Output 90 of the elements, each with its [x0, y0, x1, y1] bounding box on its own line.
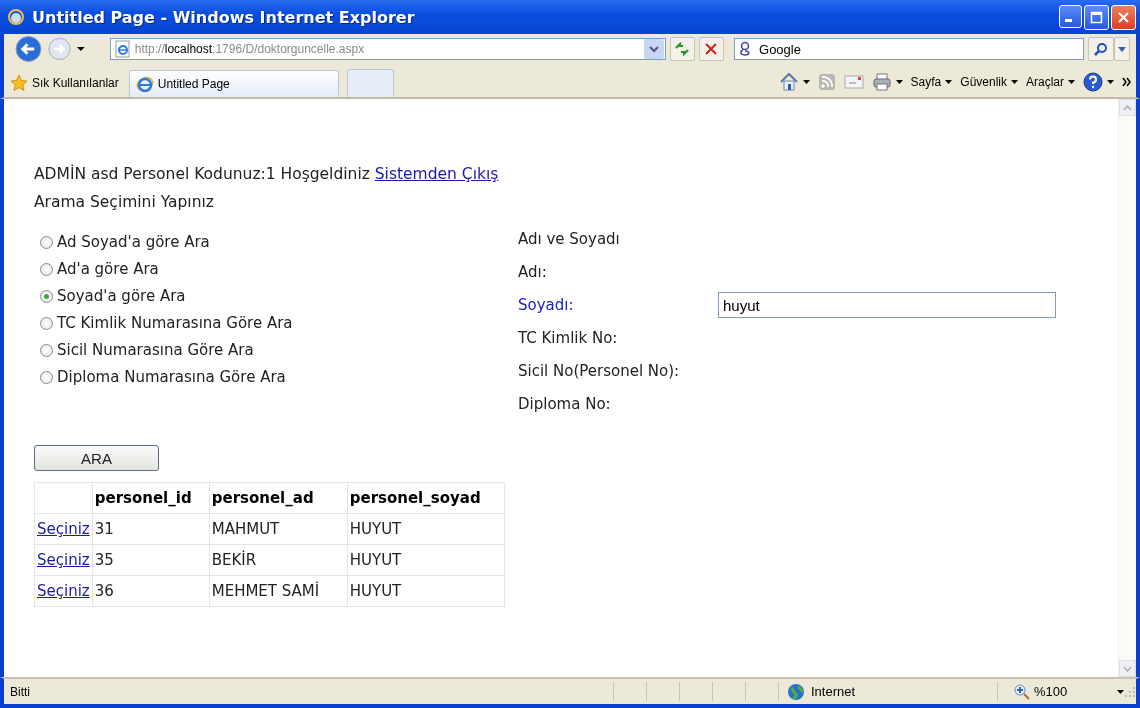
g-icon — [739, 41, 751, 57]
caret-icon — [802, 80, 810, 84]
chevron-icon[interactable] — [1122, 77, 1132, 87]
table-cell: 35 — [92, 544, 210, 576]
print-button[interactable] — [871, 72, 903, 92]
field-label: Adı ve Soyadı — [518, 230, 621, 248]
mail-icon[interactable] — [843, 75, 864, 89]
search-button[interactable] — [1088, 37, 1114, 61]
column-header: personel_id — [92, 482, 210, 514]
table-cell: MEHMET SAMİ — [209, 575, 348, 607]
search-prompt: Arama Seçimini Yapınız — [34, 193, 214, 211]
search-option[interactable]: Ad'a göre Ara — [34, 260, 518, 278]
table-cell: 31 — [92, 513, 210, 545]
minimize-icon — [1065, 18, 1072, 22]
home-button[interactable] — [778, 72, 810, 92]
table-cell: 36 — [92, 575, 210, 607]
search-option[interactable]: TC Kimlik Numarasına Göre Ara — [34, 314, 518, 332]
stop-button[interactable] — [698, 37, 724, 61]
table-cell: HUYUT — [347, 575, 505, 607]
table-cell: HUYUT — [347, 544, 505, 576]
zoom-button[interactable]: %100 — [997, 682, 1124, 701]
back-button[interactable] — [14, 34, 43, 64]
status-text: Bitti — [9, 684, 31, 699]
table-cell: BEKİR — [209, 544, 348, 576]
menu-button[interactable]: Sayfa — [910, 75, 953, 89]
field-label: Soyadı: — [518, 296, 575, 314]
field-label: TC Kimlik No: — [518, 329, 619, 347]
search-option[interactable]: Diploma Numarasına Göre Ara — [34, 368, 518, 386]
security-zone: Internet — [778, 682, 997, 701]
radio-button[interactable] — [40, 343, 53, 357]
zoom-icon — [1014, 683, 1030, 700]
browser-icon — [6, 7, 26, 27]
address-field[interactable]: http://localhost:1796/D/doktorguncelle.aspx — [109, 38, 666, 60]
star-icon — [10, 74, 28, 92]
radio-button[interactable] — [40, 235, 53, 249]
chevron-icon — [1123, 104, 1132, 111]
maximize-button[interactable] — [1084, 4, 1109, 30]
field-label: Adı: — [518, 263, 548, 281]
menu-button[interactable]: Araçlar — [1026, 75, 1075, 89]
favorites-button[interactable]: Sık Kullanılanlar — [10, 69, 119, 97]
close-icon — [1117, 10, 1130, 24]
help-button[interactable] — [1083, 72, 1114, 92]
table-cell: HUYUT — [347, 513, 505, 545]
search-icon — [1094, 42, 1108, 56]
resize-grip-icon — [1124, 685, 1136, 698]
column-header: personel_soyad — [347, 482, 505, 514]
radio-button[interactable] — [40, 289, 53, 303]
browser-icon — [135, 75, 154, 93]
table-cell: MAHMUT — [209, 513, 348, 545]
column-header: personel_ad — [209, 482, 348, 514]
radio-button[interactable] — [40, 370, 53, 384]
caret-icon — [1011, 80, 1018, 84]
caret-icon — [895, 80, 903, 84]
chevron-icon — [648, 45, 659, 53]
input-field[interactable]: huyut — [718, 292, 1056, 318]
dropdown-button[interactable] — [643, 39, 664, 59]
logout-link[interactable]: Sistemden Çıkış — [374, 165, 499, 183]
menu-button[interactable]: Güvenlik — [960, 75, 1018, 89]
welcome-text: ADMİN asd Personel Kodunuz:1 Hoşgeldiniz — [34, 165, 370, 183]
window-title: Untitled Page - Windows Internet Explorer — [32, 7, 416, 27]
field-label: Sicil No(Personel No): — [518, 362, 681, 380]
search-option[interactable]: Ad Soyad'a göre Ara — [34, 233, 518, 251]
print-icon — [871, 72, 892, 92]
browser-tab[interactable]: Untitled Page — [128, 70, 339, 97]
refresh-icon — [674, 42, 691, 56]
minimize-button[interactable] — [1059, 4, 1082, 28]
refresh-button[interactable] — [669, 37, 695, 61]
search-field[interactable]: Google — [734, 38, 1084, 60]
caret-icon — [1118, 46, 1126, 52]
radio-button[interactable] — [40, 262, 53, 276]
radio-button[interactable] — [40, 316, 53, 330]
caret-icon — [945, 80, 953, 84]
caret-icon[interactable] — [76, 46, 86, 52]
field-label: Diploma No: — [518, 395, 612, 413]
caret-icon — [1107, 80, 1114, 84]
search-button[interactable]: ARA — [34, 445, 159, 471]
scrollbar[interactable] — [1118, 99, 1136, 677]
close-icon — [705, 43, 718, 55]
help-icon — [1083, 72, 1103, 92]
search-option[interactable]: Sicil Numarasına Göre Ara — [34, 341, 518, 359]
page-icon — [114, 40, 131, 58]
search-option[interactable]: Soyad'a göre Ara — [34, 287, 518, 305]
maximize-icon — [1090, 10, 1103, 24]
close-button[interactable] — [1111, 4, 1136, 30]
chevron-icon — [1123, 665, 1132, 672]
caret-icon — [1068, 80, 1075, 84]
globe-icon — [787, 682, 805, 701]
dropdown-button[interactable] — [1114, 37, 1130, 61]
home-icon — [778, 72, 799, 92]
caret-icon — [1117, 689, 1124, 694]
